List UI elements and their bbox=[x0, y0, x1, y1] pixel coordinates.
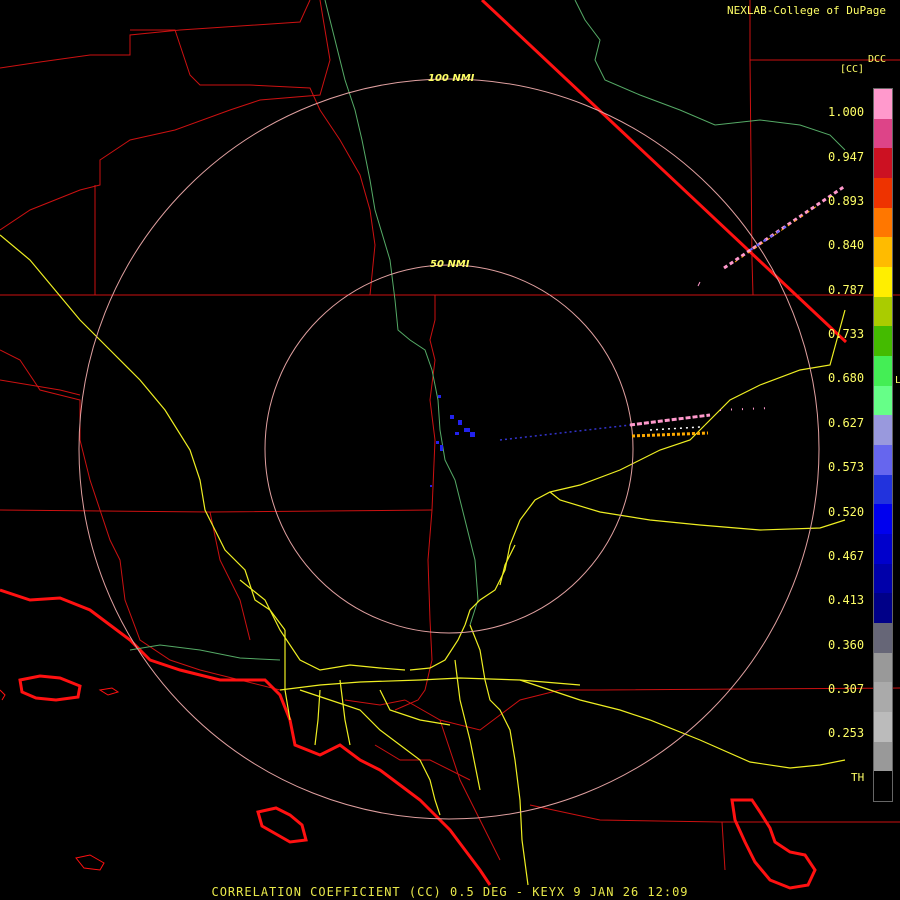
colorbar-tick: 0.840 bbox=[828, 238, 865, 252]
colorbar-segment bbox=[874, 415, 892, 446]
colorbar-segment bbox=[874, 652, 892, 683]
colorbar-tick: 0.680 bbox=[828, 371, 865, 385]
small-islands bbox=[0, 687, 120, 871]
colorbar-segment bbox=[874, 267, 892, 298]
colorbar-segment bbox=[874, 89, 892, 120]
colorbar-segment bbox=[874, 296, 892, 327]
colorbar-marker: L bbox=[895, 375, 900, 386]
colorbar-segment bbox=[874, 207, 892, 238]
colorbar bbox=[873, 88, 893, 802]
range-ring-50 bbox=[264, 264, 634, 634]
highways bbox=[0, 234, 846, 886]
colorbar-segment bbox=[874, 682, 892, 713]
product-title: CORRELATION COEFFICIENT (CC) 0.5 DEG - K… bbox=[211, 885, 689, 899]
echo-near-site bbox=[430, 395, 475, 487]
coastline bbox=[0, 588, 817, 890]
threshold-label: TH bbox=[851, 771, 865, 784]
radar-returns bbox=[430, 184, 846, 487]
product-unit-label: [CC] bbox=[840, 64, 865, 75]
colorbar-tick: 0.467 bbox=[828, 549, 865, 563]
colorbar-segment bbox=[874, 356, 892, 387]
colorbar-tick: 0.253 bbox=[828, 726, 865, 740]
colorbar-segment bbox=[874, 237, 892, 268]
colorbar-tick: 0.520 bbox=[828, 505, 865, 519]
colorbar-tick: 1.000 bbox=[828, 105, 865, 119]
colorbar-segment bbox=[874, 741, 892, 772]
colorbar-segment bbox=[874, 445, 892, 476]
colorbar-segment bbox=[874, 178, 892, 209]
echo-east-spoke bbox=[499, 407, 771, 441]
colorbar-segment bbox=[874, 148, 892, 179]
colorbar-tick: 0.307 bbox=[828, 682, 865, 696]
credit-label: NEXLAB-College of DuPage bbox=[727, 4, 886, 17]
colorbar-segment bbox=[874, 385, 892, 416]
colorbar-tick: 0.573 bbox=[828, 460, 865, 474]
colorbar-tick: 0.360 bbox=[828, 638, 865, 652]
radar-map bbox=[0, 0, 900, 890]
colorbar-segment bbox=[874, 593, 892, 624]
range-ring-100-label: 100 NMI bbox=[428, 73, 475, 84]
colorbar-segment bbox=[874, 563, 892, 594]
colorbar-segment bbox=[874, 534, 892, 565]
range-ring-50-label: 50 NMI bbox=[430, 259, 470, 270]
station-id-label: DCC bbox=[868, 54, 887, 65]
colorbar-tick: 0.627 bbox=[828, 416, 865, 430]
colorbar-segment bbox=[874, 118, 892, 149]
colorbar-segment bbox=[874, 771, 892, 802]
colorbar-tick: 0.787 bbox=[828, 283, 865, 297]
colorbar-tick: 0.413 bbox=[828, 593, 865, 607]
county-boundaries bbox=[0, 0, 900, 871]
colorbar-segment bbox=[874, 623, 892, 654]
colorbar-tick: 0.947 bbox=[828, 150, 865, 164]
colorbar-tick: 0.893 bbox=[828, 194, 865, 208]
colorbar-segment bbox=[874, 712, 892, 743]
colorbar-tick: 0.733 bbox=[828, 327, 865, 341]
colorbar-segment bbox=[874, 474, 892, 505]
state-line bbox=[480, 0, 848, 344]
colorbar-segment bbox=[874, 504, 892, 535]
colorbar-segment bbox=[874, 326, 892, 357]
rivers bbox=[129, 0, 846, 661]
